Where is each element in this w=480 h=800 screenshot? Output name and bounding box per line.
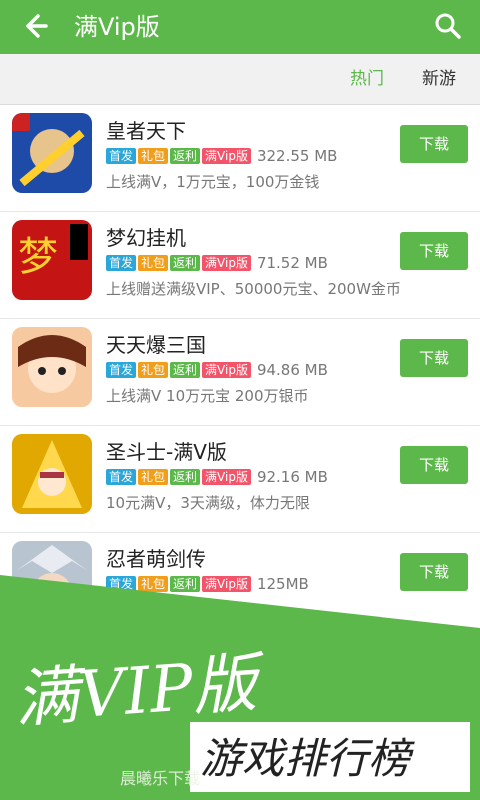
file-size: 322.55 MB <box>256 147 338 165</box>
list-item[interactable]: 皇者天下 首发 礼包 返利 满Vip版 322.55 MB 上线满V，1万元宝，… <box>0 105 480 212</box>
list-item[interactable]: 天天爆三国 首发 礼包 返利 满Vip版 94.86 MB 上线满V 10万元宝… <box>0 319 480 426</box>
game-name: 天天爆三国 <box>106 333 206 357</box>
tag: 首发 <box>106 362 137 378</box>
tag: 满Vip版 <box>202 469 251 485</box>
tag: 礼包 <box>138 469 169 485</box>
tag: 返利 <box>170 255 201 271</box>
tag: 首发 <box>106 255 137 271</box>
tag-row: 首发 礼包 返利 满Vip版 125MB <box>106 575 309 593</box>
tag-row: 首发 礼包 返利 满Vip版 322.55 MB <box>106 147 337 165</box>
watermark: 晨曦乐下载 <box>120 769 201 788</box>
tag-row: 首发 礼包 返利 满Vip版 71.52 MB <box>106 254 328 272</box>
game-description: 10元满V，3天满级，体力无限 <box>106 494 310 512</box>
tab-hot[interactable]: 热门 <box>350 54 384 104</box>
tag: 礼包 <box>138 362 169 378</box>
tag: 返利 <box>170 148 201 164</box>
tag-row: 首发 礼包 返利 满Vip版 94.86 MB <box>106 361 328 379</box>
banner-title: 满VIP版 <box>12 646 260 738</box>
tag: 首发 <box>106 469 137 485</box>
game-icon <box>12 434 92 514</box>
game-description: 0W钻石 100W金币 <box>106 601 239 619</box>
file-size: 71.52 MB <box>256 254 328 272</box>
tag: 礼包 <box>138 148 169 164</box>
tag: 返利 <box>170 576 201 592</box>
tag: 返利 <box>170 362 201 378</box>
list-item[interactable]: 圣斗士-满V版 首发 礼包 返利 满Vip版 92.16 MB 10元满V，3天… <box>0 426 480 533</box>
tag: 首发 <box>106 148 137 164</box>
list-item[interactable]: 忍者萌剑传 首发 礼包 返利 满Vip版 125MB 0W钻石 100W金币 下… <box>0 533 480 640</box>
game-icon: 梦 <box>12 220 92 300</box>
download-button[interactable]: 下载 <box>400 339 468 377</box>
game-name: 圣斗士-满V版 <box>106 440 227 464</box>
banner-subtitle: 游戏排行榜 <box>200 734 411 783</box>
download-button[interactable]: 下载 <box>400 446 468 484</box>
tag: 满Vip版 <box>202 576 251 592</box>
game-list: 皇者天下 首发 礼包 返利 满Vip版 322.55 MB 上线满V，1万元宝，… <box>0 105 480 640</box>
tag: 首发 <box>106 576 137 592</box>
back-arrow-icon[interactable] <box>18 10 50 42</box>
tag: 满Vip版 <box>202 255 251 271</box>
download-button[interactable]: 下载 <box>400 553 468 591</box>
file-size: 125MB <box>256 575 309 593</box>
tag: 礼包 <box>138 576 169 592</box>
file-size: 92.16 MB <box>256 468 328 486</box>
tag: 返利 <box>170 469 201 485</box>
game-icon <box>12 327 92 407</box>
game-description: 上线满V 10万元宝 200万银币 <box>106 387 309 405</box>
tag: 满Vip版 <box>202 148 251 164</box>
game-icon <box>12 541 92 621</box>
game-name: 忍者萌剑传 <box>106 547 206 571</box>
search-icon[interactable] <box>432 10 464 42</box>
svg-text:梦: 梦 <box>18 234 58 280</box>
tag-row: 首发 礼包 返利 满Vip版 92.16 MB <box>106 468 328 486</box>
game-description: 上线赠送满级VIP、50000元宝、200W金币 <box>106 280 401 298</box>
game-name: 皇者天下 <box>106 119 186 143</box>
tag: 满Vip版 <box>202 362 251 378</box>
top-app-bar: 满Vip版 <box>0 0 480 54</box>
tag: 礼包 <box>138 255 169 271</box>
game-description: 上线满V，1万元宝，100万金钱 <box>106 173 320 191</box>
tab-bar: 热门 新游 <box>0 54 480 105</box>
file-size: 94.86 MB <box>256 361 328 379</box>
list-item[interactable]: 梦 梦幻挂机 首发 礼包 返利 满Vip版 71.52 MB 上线赠送满级VIP… <box>0 212 480 319</box>
tab-new[interactable]: 新游 <box>422 54 456 104</box>
game-name: 梦幻挂机 <box>106 226 186 250</box>
game-icon <box>12 113 92 193</box>
download-button[interactable]: 下载 <box>400 125 468 163</box>
download-button[interactable]: 下载 <box>400 232 468 270</box>
page-title: 满Vip版 <box>74 13 160 41</box>
